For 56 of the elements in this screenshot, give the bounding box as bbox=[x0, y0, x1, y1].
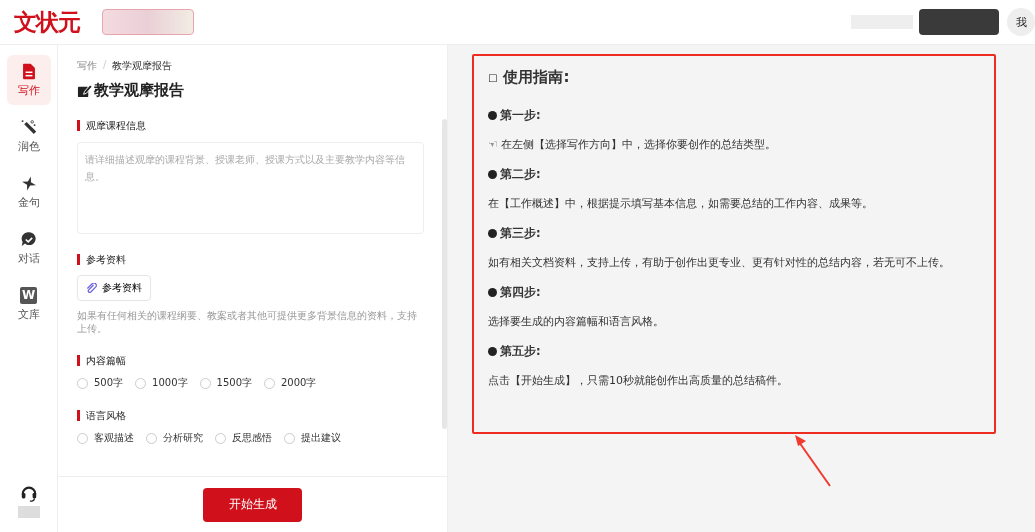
box-icon: □ bbox=[488, 72, 498, 83]
sidebar-item[interactable]: 写作 bbox=[6, 55, 51, 105]
sidebar-item[interactable]: 对话 bbox=[6, 223, 51, 273]
document-icon bbox=[20, 62, 37, 80]
radio-option[interactable]: 分析研究 bbox=[146, 431, 203, 445]
step-text: 在【工作概述】中，根据提示填写基本信息，如需要总结的工作内容、成果等。 bbox=[488, 196, 873, 211]
section-label: 内容篇幅 bbox=[77, 355, 424, 366]
library-icon: W bbox=[20, 286, 37, 304]
hint-text: 如果有任何相关的课程纲要、教案或者其他可提供更多背景信息的资料，支持上传。 bbox=[77, 309, 418, 335]
step-text: 点击【开始生成】，只需10秒就能创作出高质量的总结稿件。 bbox=[488, 373, 788, 388]
pointing-hand-icon: ☜ bbox=[488, 138, 498, 151]
step-text: 在左侧【选择写作方向】中，选择你要创作的总结类型。 bbox=[500, 137, 776, 152]
section-label: 语言风格 bbox=[77, 410, 424, 421]
sparkle-icon bbox=[20, 174, 37, 192]
chat-icon bbox=[20, 230, 37, 248]
headset-icon[interactable] bbox=[19, 484, 38, 502]
step-title: 第五步: bbox=[500, 344, 541, 359]
logo[interactable]: 文状元 bbox=[14, 6, 80, 38]
bullet-icon bbox=[488, 170, 497, 179]
guide-title: 使用指南: bbox=[503, 68, 570, 87]
avatar[interactable]: 我 bbox=[1007, 8, 1035, 36]
text-area[interactable]: 请详细描述观摩的课程背景、授课老师、授课方式以及主要教学内容等信息。 bbox=[77, 142, 424, 234]
section-label: 观摩课程信息 bbox=[77, 120, 424, 131]
step-title: 第三步: bbox=[500, 226, 541, 241]
radio-option[interactable]: 提出建议 bbox=[284, 431, 341, 445]
upload-button[interactable]: 参考资料 bbox=[77, 275, 151, 301]
bullet-icon bbox=[488, 288, 497, 297]
radio-option[interactable]: 1500字 bbox=[199, 376, 252, 390]
breadcrumb-item[interactable]: 写作 bbox=[77, 59, 97, 73]
blurred-area bbox=[17, 506, 40, 518]
page-title: 教学观摩报告 bbox=[94, 81, 184, 100]
bullet-icon bbox=[488, 347, 497, 356]
bullet-icon bbox=[488, 111, 497, 120]
radio-option[interactable]: 1000字 bbox=[135, 376, 188, 390]
sidebar-item[interactable]: 金句 bbox=[6, 167, 51, 217]
pen-icon bbox=[77, 83, 92, 98]
breadcrumb-separator: / bbox=[103, 59, 107, 72]
step-title: 第四步: bbox=[500, 285, 541, 300]
bullet-icon bbox=[488, 229, 497, 238]
annotation-arrow bbox=[795, 435, 831, 487]
radio-option[interactable]: 反思感悟 bbox=[215, 431, 272, 445]
scrollbar[interactable] bbox=[442, 119, 447, 429]
section-label: 参考资料 bbox=[77, 254, 424, 265]
start-button[interactable]: 开始生成 bbox=[203, 487, 302, 522]
step-title: 第一步: bbox=[500, 108, 541, 123]
magic-wand-icon bbox=[20, 118, 37, 136]
breadcrumb-item: 教学观摩报告 bbox=[112, 59, 173, 73]
paperclip-icon bbox=[86, 282, 97, 294]
step-text: 如有相关文档资料，支持上传，有助于创作出更专业、更有针对性的总结内容，若无可不上传。 bbox=[488, 255, 950, 270]
step-title: 第二步: bbox=[500, 167, 541, 182]
radio-option[interactable]: 2000字 bbox=[264, 376, 317, 390]
radio-option[interactable]: 500字 bbox=[77, 376, 124, 390]
step-text: 选择要生成的内容篇幅和语言风格。 bbox=[488, 314, 664, 329]
sidebar-item[interactable]: 润色 bbox=[6, 111, 51, 161]
radio-option[interactable]: 客观描述 bbox=[77, 431, 134, 445]
sidebar-item[interactable]: W 文库 bbox=[6, 279, 51, 329]
